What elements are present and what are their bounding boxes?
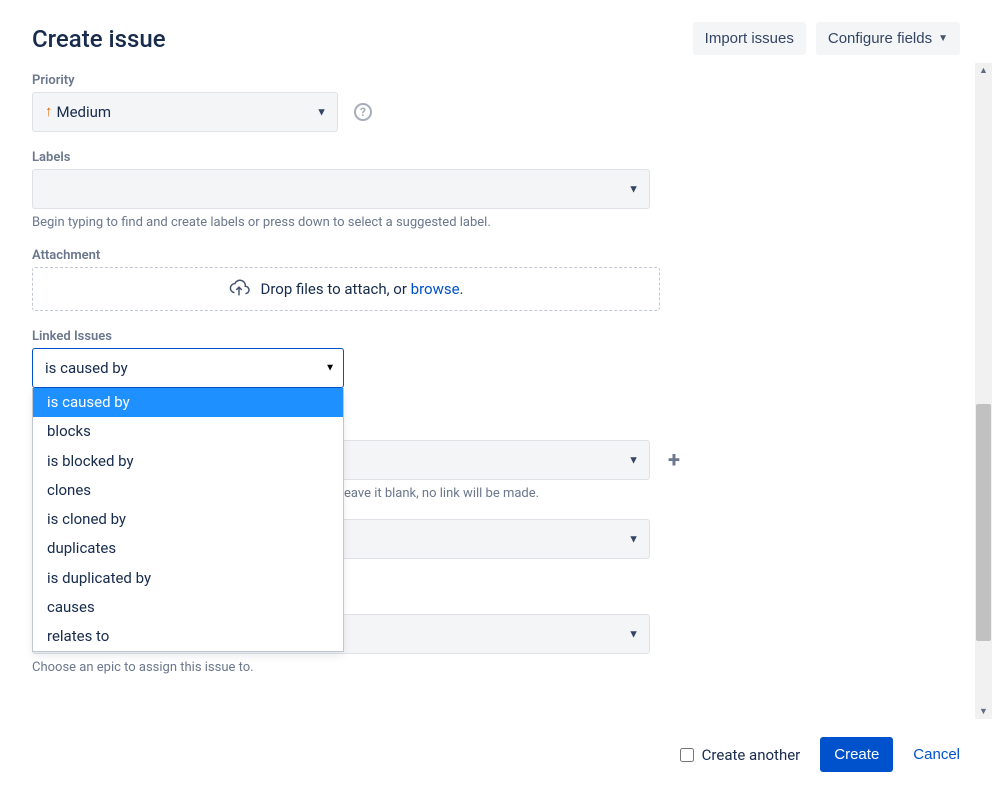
labels-select[interactable]: ▼ [32,169,650,209]
chevron-down-icon: ▼ [325,363,335,374]
priority-select[interactable]: ↑ Medium ▼ [32,92,338,132]
link-type-option[interactable]: is cloned by [33,505,343,534]
scroll-down-icon[interactable]: ▼ [979,704,988,719]
link-type-option[interactable]: relates to [33,622,343,651]
import-issues-button[interactable]: Import issues [693,22,806,55]
configure-fields-button[interactable]: Configure fields ▼ [816,22,960,55]
import-issues-label: Import issues [705,30,794,47]
scroll-up-icon[interactable]: ▲ [979,63,988,78]
chevron-down-icon: ▼ [628,628,639,641]
create-another-input[interactable] [680,748,694,762]
chevron-down-icon: ▼ [628,183,639,196]
attachment-browse-link[interactable]: browse [411,280,460,298]
chevron-down-icon: ▼ [938,33,948,44]
priority-icon: ↑ [45,102,53,120]
create-another-label: Create another [702,746,801,764]
cancel-button[interactable]: Cancel [913,746,960,763]
link-type-option[interactable]: is duplicated by [33,564,343,593]
help-icon[interactable]: ? [354,103,372,121]
attachment-text: Drop files to attach, or browse. [260,280,463,298]
scrollbar-thumb[interactable] [976,404,991,642]
link-type-dropdown: is caused byblocksis blocked byclonesis … [32,388,344,652]
link-type-option[interactable]: clones [33,476,343,505]
chevron-down-icon: ▼ [628,533,639,546]
epic-link-help: Choose an epic to assign this issue to. [32,660,943,675]
link-type-option[interactable]: causes [33,593,343,622]
link-type-option[interactable]: blocks [33,417,343,446]
link-type-value: is caused by [45,359,128,377]
link-type-option[interactable]: is caused by [33,388,343,417]
labels-help: Begin typing to find and create labels o… [32,215,943,230]
create-another-checkbox[interactable]: Create another [680,746,801,764]
create-button[interactable]: Create [820,737,893,772]
link-type-option[interactable]: is blocked by [33,447,343,476]
add-linked-issue-button[interactable]: + [662,448,686,473]
dialog-title: Create issue [32,25,693,53]
labels-label: Labels [32,150,943,165]
chevron-down-icon: ▼ [628,454,639,467]
chevron-down-icon: ▼ [316,106,327,119]
upload-cloud-icon [228,279,250,299]
attachment-dropzone[interactable]: Drop files to attach, or browse. [32,267,660,311]
link-type-option[interactable]: duplicates [33,534,343,563]
vertical-scrollbar[interactable]: ▲ ▼ [975,63,992,719]
configure-fields-label: Configure fields [828,30,932,47]
priority-value: Medium [57,103,112,121]
attachment-label: Attachment [32,248,943,263]
link-type-select[interactable]: is caused by ▼ [32,348,344,388]
priority-label: Priority [32,73,943,88]
linked-issues-label: Linked Issues [32,329,943,344]
scrollbar-track[interactable] [975,78,992,704]
